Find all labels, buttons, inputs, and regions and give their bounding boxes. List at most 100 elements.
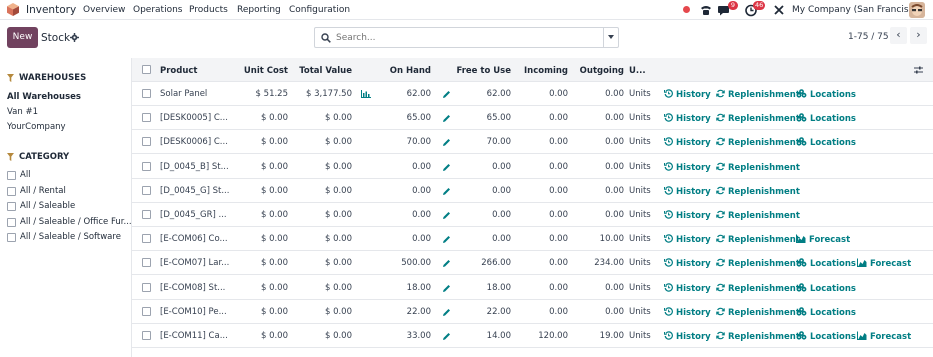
table-row[interactable]: [E-COM11] Ca... $ 0.00 $ 0.00 33.00 14.0… — [132, 324, 933, 348]
search-options-toggle[interactable] — [608, 35, 614, 39]
forecast-button[interactable]: Forecast — [857, 258, 911, 269]
replenishment-button[interactable]: Replenishment — [716, 162, 800, 173]
chart-icon[interactable] — [361, 90, 371, 98]
pencil-icon[interactable] — [442, 211, 451, 220]
table-row[interactable]: [E-COM08] St... $ 0.00 $ 0.00 18.00 18.0… — [132, 276, 933, 300]
phone-icon[interactable] — [699, 3, 713, 17]
menu-reporting[interactable]: Reporting — [237, 5, 281, 15]
column-on-hand[interactable]: On Hand — [372, 66, 431, 76]
history-button[interactable]: History — [664, 258, 711, 269]
product-name[interactable]: [E-COM07] Lar... — [160, 258, 229, 268]
history-button[interactable]: History — [664, 331, 711, 342]
history-button[interactable]: History — [664, 137, 711, 148]
history-button[interactable]: History — [664, 307, 711, 318]
history-button[interactable]: History — [664, 161, 711, 173]
column-product[interactable]: Product — [160, 66, 198, 76]
table-row[interactable]: Solar Panel $ 51.25 $ 3,177.50 62.00 62.… — [132, 82, 933, 106]
row-checkbox[interactable] — [142, 306, 151, 316]
table-row[interactable]: [DESK0006] C... $ 0.00 $ 0.00 70.00 70.0… — [132, 130, 933, 155]
pencil-icon[interactable] — [442, 163, 451, 172]
row-checkbox[interactable] — [142, 113, 151, 123]
pencil-icon[interactable] — [442, 284, 451, 293]
row-checkbox[interactable] — [142, 210, 151, 219]
row-checkbox[interactable] — [142, 185, 151, 195]
row-checkbox[interactable] — [142, 282, 151, 292]
column-incoming[interactable]: Incoming — [517, 66, 568, 76]
product-name[interactable]: [DESK0006] C... — [160, 137, 228, 147]
category-label[interactable]: All / Rental — [20, 186, 66, 196]
replenishment-button[interactable]: Replenishment — [716, 210, 800, 221]
table-row[interactable]: [D_0045_GR] ... $ 0.00 $ 0.00 0.00 0.00 … — [132, 203, 933, 227]
locations-button[interactable]: Locations — [796, 89, 856, 100]
row-checkbox[interactable] — [142, 137, 151, 147]
table-row[interactable]: [DESK0005] C... $ 0.00 $ 0.00 65.00 65.0… — [132, 106, 933, 131]
user-avatar[interactable] — [909, 2, 925, 18]
optional-columns-icon[interactable] — [914, 66, 923, 74]
category-label[interactable]: All / Saleable — [20, 201, 75, 211]
table-row[interactable]: [D_0045_B] St... $ 0.00 $ 0.00 0.00 0.00… — [132, 155, 933, 179]
category-checkbox[interactable] — [7, 187, 16, 196]
pager-next-button[interactable]: › — [910, 27, 927, 44]
history-button[interactable]: History — [664, 234, 711, 245]
column-uom[interactable]: U... — [629, 66, 646, 76]
replenishment-button[interactable]: Replenishment — [716, 234, 800, 245]
warehouse-yourcompany[interactable]: YourCompany — [7, 122, 66, 132]
product-name[interactable]: [E-COM10] Pe... — [160, 307, 227, 317]
inventory-logo-icon[interactable] — [7, 3, 19, 16]
forecast-button[interactable]: Forecast — [796, 234, 850, 245]
history-button[interactable]: History — [664, 186, 711, 197]
row-checkbox[interactable] — [142, 234, 151, 244]
column-outgoing[interactable]: Outgoing — [572, 66, 624, 76]
column-total-value[interactable]: Total Value — [292, 66, 352, 76]
product-name[interactable]: [D_0045_G] St... — [160, 186, 229, 196]
category-checkbox[interactable] — [7, 218, 16, 227]
search-input[interactable] — [336, 31, 596, 45]
row-checkbox[interactable] — [142, 161, 151, 171]
table-row[interactable]: [D_0045_G] St... $ 0.00 $ 0.00 0.00 0.00… — [132, 179, 933, 203]
pencil-icon[interactable] — [442, 235, 451, 244]
replenishment-button[interactable]: Replenishment — [716, 331, 800, 342]
menu-configuration[interactable]: Configuration — [289, 5, 350, 15]
product-name[interactable]: [E-COM11] Ca... — [160, 331, 228, 341]
history-button[interactable]: History — [664, 210, 711, 221]
replenishment-button[interactable]: Replenishment — [716, 258, 800, 269]
locations-button[interactable]: Locations — [796, 282, 856, 294]
locations-button[interactable]: Locations — [796, 258, 856, 269]
product-name[interactable]: [E-COM06] Co... — [160, 234, 228, 244]
locations-button[interactable]: Locations — [796, 331, 856, 342]
company-switcher[interactable]: My Company (San Francisco) — [792, 5, 922, 15]
pencil-icon[interactable] — [442, 259, 451, 268]
replenishment-button[interactable]: Replenishment — [716, 137, 800, 148]
category-label[interactable]: All / Saleable / Office Fur... — [20, 217, 132, 227]
product-name[interactable]: [DESK0005] C... — [160, 113, 228, 123]
pencil-icon[interactable] — [442, 332, 451, 341]
tools-icon[interactable] — [772, 3, 786, 17]
row-checkbox[interactable] — [142, 258, 151, 268]
row-checkbox[interactable] — [142, 331, 151, 340]
warehouse-van-1[interactable]: Van #1 — [7, 107, 38, 117]
forecast-button[interactable]: Forecast — [857, 331, 911, 342]
locations-button[interactable]: Locations — [796, 137, 856, 148]
pencil-icon[interactable] — [442, 114, 451, 123]
product-name[interactable]: [E-COM08] St... — [160, 283, 225, 293]
replenishment-button[interactable]: Replenishment — [716, 89, 800, 100]
app-name[interactable]: Inventory — [26, 4, 76, 16]
history-button[interactable]: History — [664, 113, 711, 124]
pager-value[interactable]: 1-75 / 75 — [848, 32, 889, 42]
pencil-icon[interactable] — [442, 187, 451, 196]
table-row[interactable]: [E-COM07] Lar... $ 0.00 $ 0.00 500.00 26… — [132, 251, 933, 276]
category-checkbox[interactable] — [7, 171, 16, 180]
pencil-icon[interactable] — [442, 138, 451, 147]
warehouse-all[interactable]: All Warehouses — [7, 92, 81, 102]
table-row[interactable]: [E-COM10] Pe... $ 0.00 $ 0.00 22.00 22.0… — [132, 300, 933, 324]
pencil-icon[interactable] — [442, 308, 451, 317]
pencil-icon[interactable] — [442, 90, 451, 99]
menu-overview[interactable]: Overview — [83, 5, 125, 15]
menu-operations[interactable]: Operations — [133, 5, 182, 15]
row-checkbox[interactable] — [142, 89, 151, 98]
replenishment-button[interactable]: Replenishment — [716, 283, 800, 294]
category-checkbox[interactable] — [7, 233, 16, 242]
new-button[interactable]: New — [7, 27, 38, 48]
status-dot-icon[interactable] — [683, 6, 690, 13]
product-name[interactable]: [D_0045_GR] ... — [160, 210, 227, 220]
